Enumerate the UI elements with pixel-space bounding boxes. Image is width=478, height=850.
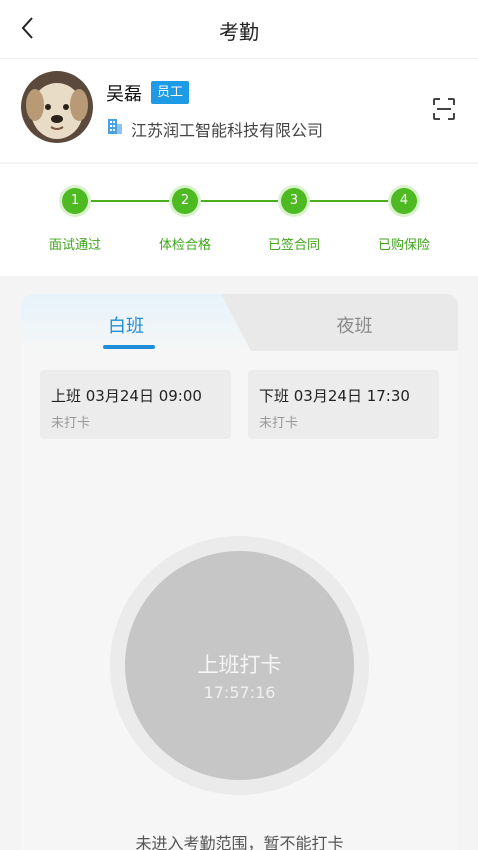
step-3-label: 已签合同 [267,238,320,253]
active-tab-indicator [103,345,155,349]
range-notice: 未进入考勤范围，暂不能打卡 [135,834,344,850]
punch-ring: 上班打卡 17:57:16 [110,536,369,795]
top-bar: 考勤 [0,0,478,58]
clock-in-shift: 上班 03月24日 09:00 未打卡 [40,370,231,439]
attendance-card: 夜班 白班 上班 03月24日 09:00 未打卡 下班 03月24日 17:3… [21,294,458,850]
avatar[interactable] [21,71,93,143]
tab-night-shift[interactable]: 夜班 [251,294,458,351]
company-name: 江苏润工智能科技有限公司 [131,121,324,140]
punch-clock: 17:57:16 [203,683,276,702]
user-name: 吴磊 [106,84,142,105]
tab-day-shift[interactable]: 白班 [21,294,251,351]
scan-icon [433,98,455,120]
punch-label: 上班打卡 [197,653,282,677]
building-icon [106,117,124,135]
step-connector [88,200,172,202]
step-2-circle: 2 [172,188,198,214]
onboarding-progress: 1 2 3 4 面试通过 体检合格 已签合同 已购保险 [0,164,478,276]
step-1-label: 面试通过 [48,238,101,253]
clock-in-status: 未打卡 [51,416,91,431]
step-2-label: 体检合格 [158,238,211,253]
step-4-circle: 4 [391,188,417,214]
scan-button[interactable] [432,97,456,121]
profile-section: 吴磊 员工 江苏润工智能科技有限公司 [0,58,478,162]
step-connector [306,200,391,202]
tab-day-label: 白班 [108,316,144,337]
page-title: 考勤 [219,20,259,44]
step-1-circle: 1 [62,188,88,214]
step-4-label: 已购保险 [377,238,430,253]
step-3-circle: 3 [281,188,307,214]
step-connector [197,200,281,202]
dog-avatar-image [21,71,93,143]
clock-in-time: 上班 03月24日 09:00 [51,387,202,405]
clock-out-time: 下班 03月24日 17:30 [259,387,410,405]
punch-in-button[interactable]: 上班打卡 17:57:16 [125,551,354,780]
role-badge: 员工 [151,81,190,104]
tab-night-label: 夜班 [336,316,373,337]
clock-out-status: 未打卡 [259,416,299,431]
clock-out-shift: 下班 03月24日 17:30 未打卡 [248,370,439,439]
